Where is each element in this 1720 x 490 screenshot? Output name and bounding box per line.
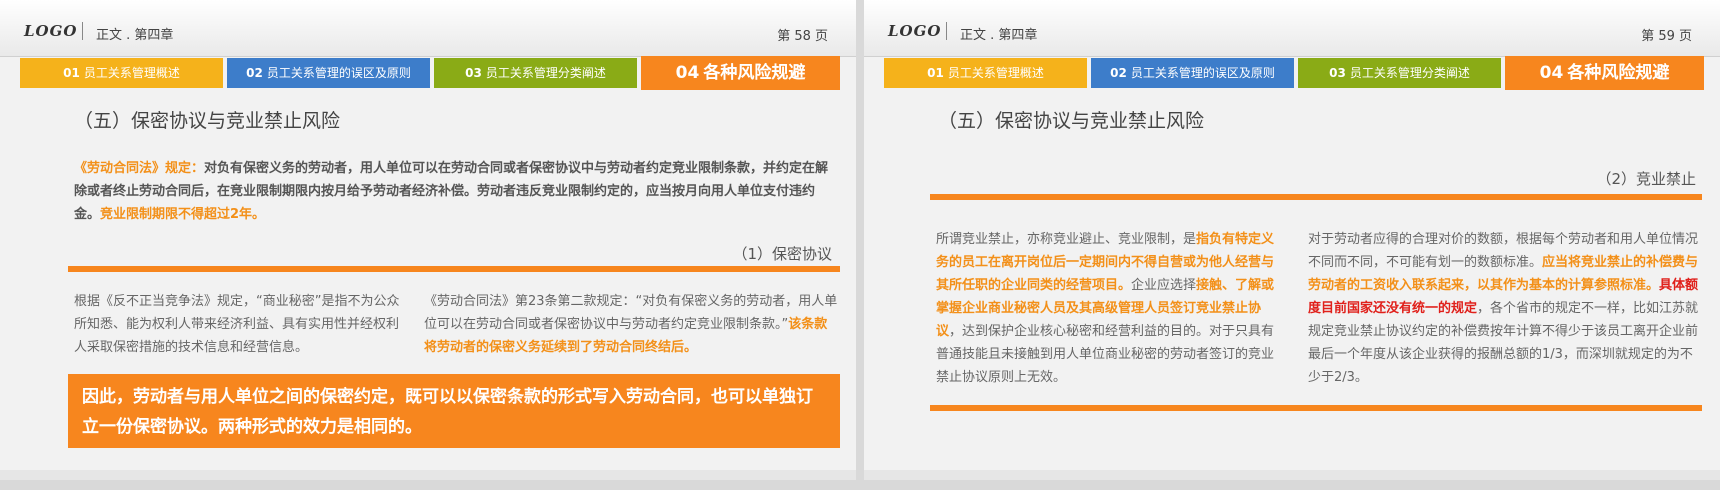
definition-text-2: 企业应选择 (1131, 278, 1197, 293)
tab-overview[interactable]: 01 员工关系管理概述 (20, 58, 223, 88)
definition-text-1: 所谓竞业禁止，亦称竞业避止、竞业限制，是 (936, 232, 1197, 247)
tab-label: 员工关系管理概述 (947, 66, 1044, 80)
tab-classification[interactable]: 03 员工关系管理分类阐述 (1298, 58, 1501, 88)
article-text: 《劳动合同法》第23条第二款规定：“对负有保密义务的劳动者，用人单位可以在劳动合… (424, 294, 838, 332)
tab-number: 03 (1329, 66, 1346, 80)
chapter-label: 正文 . 第四章 (96, 28, 174, 43)
slide-footer (864, 470, 1720, 480)
tab-misconceptions[interactable]: 02 员工关系管理的误区及原则 (227, 58, 430, 88)
orange-divider-bottom (930, 405, 1702, 411)
tab-label: 员工关系管理分类阐述 (485, 66, 606, 80)
page-number: 第 59 页 (1641, 29, 1692, 44)
tab-risk-avoidance[interactable]: 04 各种风险规避 (1505, 56, 1704, 90)
tab-label: 员工关系管理概述 (83, 66, 180, 80)
tab-classification[interactable]: 03 员工关系管理分类阐述 (434, 58, 637, 88)
tab-label: 各种风险规避 (703, 63, 806, 83)
orange-divider (930, 194, 1702, 200)
subsection-label: （1）保密协议 (732, 245, 832, 263)
page-number: 第 58 页 (777, 29, 828, 44)
orange-divider (68, 266, 840, 272)
section-title: （五）保密协议与竞业禁止风险 (74, 110, 341, 132)
tab-risk-avoidance[interactable]: 04 各种风险规避 (641, 56, 840, 90)
tab-number: 04 (675, 63, 700, 83)
chapter-label: 正文 . 第四章 (960, 28, 1038, 43)
intro-highlight: 竞业限制期限不得超过2年。 (100, 207, 266, 222)
header-divider (946, 22, 947, 40)
tab-overview[interactable]: 01 员工关系管理概述 (884, 58, 1087, 88)
header-divider (82, 22, 83, 40)
law-intro: 《劳动合同法》规定：对负有保密义务的劳动者，用人单位可以在劳动合同或者保密协议中… (74, 157, 830, 226)
logo: LOGO (888, 22, 942, 40)
slide-header: LOGO 正文 . 第四章 第 59 页 (864, 0, 1720, 57)
compensation-standard: 对于劳动者应得的合理对价的数额，根据每个劳动者和用人单位情况不同而不同，不可能有… (1308, 228, 1702, 389)
slide-footer (0, 470, 856, 480)
chapter-tabs: 01 员工关系管理概述 02 员工关系管理的误区及原则 03 员工关系管理分类阐述 0… (20, 56, 840, 90)
section-title: （五）保密协议与竞业禁止风险 (938, 110, 1205, 132)
intro-lead: 《劳动合同法》规定： (74, 161, 205, 176)
tab-number: 04 (1539, 63, 1564, 83)
slide-header: LOGO 正文 . 第四章 第 58 页 (0, 0, 856, 57)
non-compete-definition: 所谓竞业禁止，亦称竞业避止、竞业限制，是指负有特定义务的员工在离开岗位后一定期间… (936, 228, 1284, 389)
logo: LOGO (24, 22, 78, 40)
subsection-label: （2）竞业禁止 (1596, 170, 1696, 188)
tab-number: 02 (246, 66, 263, 80)
tab-number: 02 (1110, 66, 1127, 80)
chapter-tabs: 01 员工关系管理概述 02 员工关系管理的误区及原则 03 员工关系管理分类阐述 0… (884, 56, 1704, 90)
tab-number: 03 (465, 66, 482, 80)
conclusion-banner: 因此，劳动者与用人单位之间的保密约定，既可以以保密条款的形式写入劳动合同，也可以… (68, 374, 840, 448)
tab-number: 01 (927, 66, 944, 80)
labor-law-article: 《劳动合同法》第23条第二款规定：“对负有保密义务的劳动者，用人单位可以在劳动合… (424, 290, 840, 359)
tab-number: 01 (63, 66, 80, 80)
tab-label: 员工关系管理分类阐述 (1349, 66, 1470, 80)
slide-59: LOGO 正文 . 第四章 第 59 页 01 员工关系管理概述 02 员工关系管理… (864, 0, 1720, 480)
tab-label: 员工关系管理的误区及原则 (1130, 66, 1275, 80)
tab-label: 各种风险规避 (1567, 63, 1670, 83)
tab-misconceptions[interactable]: 02 员工关系管理的误区及原则 (1091, 58, 1294, 88)
slide-58: LOGO 正文 . 第四章 第 58 页 01 员工关系管理概述 02 员工关系管理… (0, 0, 856, 480)
trade-secret-definition: 根据《反不正当竞争法》规定，“商业秘密”是指不为公众所知悉、能为权利人带来经济利… (74, 294, 400, 355)
definition-text-3: ，达到保护企业核心秘密和经营利益的目的。对于只具有普通技能且未接触到用人单位商业… (936, 324, 1275, 385)
tab-label: 员工关系管理的误区及原则 (266, 66, 411, 80)
